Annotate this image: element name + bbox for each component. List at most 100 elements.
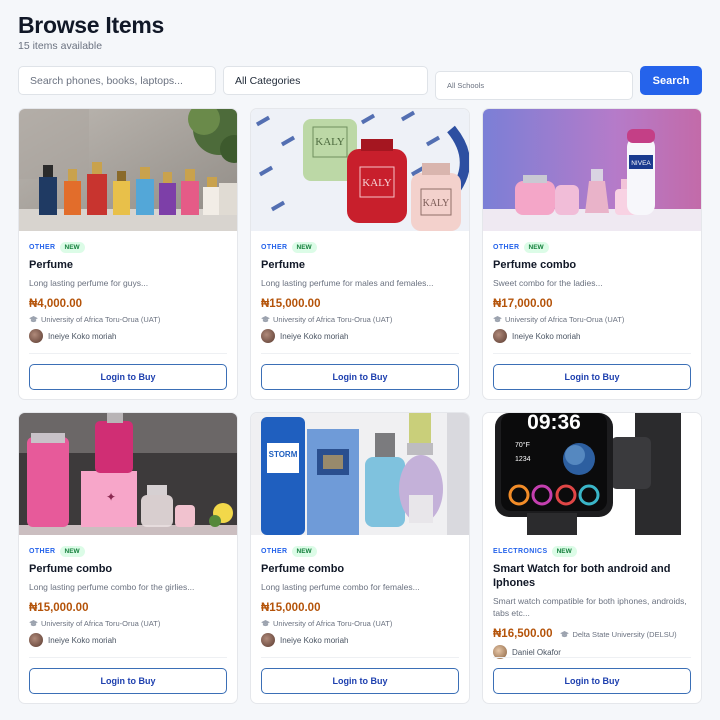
category-select[interactable]: All Categories: [223, 66, 428, 95]
item-description: Long lasting perfume combo for females..…: [261, 582, 420, 592]
seller-name: Daniel Okafor: [512, 647, 561, 657]
item-seller: Ineiye Koko moriah: [29, 633, 227, 647]
school-name: Delta State University (DELSU): [572, 629, 677, 639]
product-image: KALY KALY KALY: [251, 109, 469, 231]
login-to-buy-button[interactable]: Login to Buy: [493, 668, 691, 694]
graduation-cap-icon: [261, 316, 270, 323]
product-image: ✦: [19, 413, 237, 535]
seller-avatar: [261, 633, 275, 647]
watch-steps: 1234: [515, 456, 531, 463]
item-title[interactable]: Smart Watch for both android and Iphones: [493, 562, 691, 590]
watch-time: 09:36: [527, 413, 581, 434]
search-input[interactable]: Search phones, books, laptops...: [18, 66, 216, 95]
graduation-cap-icon: [493, 316, 502, 323]
card-divider: [29, 353, 227, 354]
storm-label: STORM: [269, 450, 298, 459]
items-grid: OTHER NEW Perfume Long lasting perfume f…: [18, 108, 702, 704]
category-tag: OTHER: [261, 244, 288, 251]
item-card[interactable]: KALY KALY KALY OTHER NEW Perfume Long la…: [250, 108, 470, 400]
graduation-cap-icon: [29, 316, 38, 323]
category-tag: ELECTRONICS: [493, 548, 548, 555]
card-divider: [261, 657, 459, 658]
school-name: University of Africa Toru-Orua (UAT): [505, 315, 625, 324]
login-to-buy-button[interactable]: Login to Buy: [261, 364, 459, 390]
item-price: ₦15,000.00: [29, 602, 89, 614]
seller-name: Ineiye Koko moriah: [280, 635, 349, 645]
nivea-label: NIVEA: [631, 160, 651, 167]
page-header: Browse Items 15 items available: [18, 10, 164, 52]
item-price: ₦15,000.00: [261, 298, 321, 310]
school-select[interactable]: All Schools: [435, 71, 633, 100]
new-badge: NEW: [551, 546, 577, 557]
item-seller: Ineiye Koko moriah: [261, 633, 459, 647]
kaly-label-2: KALY: [362, 177, 392, 189]
item-description: Sweet combo for the ladies...: [493, 278, 603, 288]
item-card[interactable]: OTHER NEW Perfume Long lasting perfume f…: [18, 108, 238, 400]
item-school: University of Africa Toru-Orua (UAT): [261, 315, 459, 324]
item-description: Long lasting perfume combo for the girli…: [29, 582, 195, 592]
item-seller: Ineiye Koko moriah: [261, 329, 459, 343]
new-badge: NEW: [291, 546, 317, 557]
item-price: ₦15,000.00: [261, 602, 321, 614]
seller-name: Ineiye Koko moriah: [280, 331, 349, 341]
item-title[interactable]: Perfume: [29, 258, 227, 272]
items-count: 15 items available: [18, 40, 103, 52]
new-badge: NEW: [59, 546, 85, 557]
item-card[interactable]: NIVEA OTHER NEW Perfume combo Sweet comb…: [482, 108, 702, 400]
login-to-buy-button[interactable]: Login to Buy: [493, 364, 691, 390]
search-button[interactable]: Search: [640, 66, 702, 95]
card-divider: [261, 353, 459, 354]
school-name: University of Africa Toru-Orua (UAT): [273, 619, 393, 628]
kaly-label-1: KALY: [315, 136, 345, 148]
item-title[interactable]: Perfume combo: [261, 562, 459, 576]
login-to-buy-button[interactable]: Login to Buy: [29, 364, 227, 390]
seller-name: Ineiye Koko moriah: [48, 331, 117, 341]
item-school: University of Africa Toru-Orua (UAT): [29, 619, 227, 628]
school-name: University of Africa Toru-Orua (UAT): [41, 619, 161, 628]
card-divider: [493, 657, 691, 658]
item-seller: Ineiye Koko moriah: [29, 329, 227, 343]
graduation-cap-icon: [29, 620, 38, 627]
item-title[interactable]: Perfume combo: [493, 258, 691, 272]
seller-name: Ineiye Koko moriah: [48, 635, 117, 645]
item-title[interactable]: Perfume: [261, 258, 459, 272]
page-title: Browse Items: [18, 12, 164, 38]
item-description: Long lasting perfume for guys...: [29, 278, 149, 288]
item-school: University of Africa Toru-Orua (UAT): [261, 619, 459, 628]
product-image: [19, 109, 237, 231]
seller-avatar: [261, 329, 275, 343]
item-title[interactable]: Perfume combo: [29, 562, 227, 576]
graduation-cap-icon: [560, 630, 570, 637]
school-name: University of Africa Toru-Orua (UAT): [273, 315, 393, 324]
svg-text:✦: ✦: [106, 490, 116, 504]
graduation-cap-icon: [261, 620, 270, 627]
category-tag: OTHER: [29, 244, 56, 251]
login-to-buy-button[interactable]: Login to Buy: [261, 668, 459, 694]
item-school: University of Africa Toru-Orua (UAT): [29, 315, 227, 324]
item-seller: Ineiye Koko moriah: [493, 329, 691, 343]
item-school: University of Africa Toru-Orua (UAT): [493, 315, 691, 324]
item-card[interactable]: 09:36 70°F 1234 ELECTRONICS NEW Smart Wa…: [482, 412, 702, 704]
seller-avatar: [29, 329, 43, 343]
item-card[interactable]: ✦ OTHER NEW Perfume combo Long lasting p…: [18, 412, 238, 704]
new-badge: NEW: [59, 242, 85, 253]
seller-avatar: [493, 329, 507, 343]
new-badge: NEW: [523, 242, 549, 253]
filter-bar: Search phones, books, laptops... All Cat…: [18, 66, 702, 100]
item-card[interactable]: STORM OTHER NEW Perfume combo Long lasti…: [250, 412, 470, 704]
card-divider: [493, 353, 691, 354]
product-image: NIVEA: [483, 109, 701, 231]
item-price: ₦4,000.00: [29, 298, 83, 310]
category-tag: OTHER: [261, 548, 288, 555]
item-description: Smart watch compatible for both iphones,…: [493, 596, 687, 618]
school-name: University of Africa Toru-Orua (UAT): [41, 315, 161, 324]
item-price: ₦17,000.00: [493, 298, 553, 310]
item-price: ₦16,500.00: [493, 628, 553, 640]
watch-temp: 70°F: [515, 441, 530, 449]
item-description: Long lasting perfume for males and femal…: [261, 278, 434, 288]
product-image: 09:36 70°F 1234: [483, 413, 701, 535]
login-to-buy-button[interactable]: Login to Buy: [29, 668, 227, 694]
seller-name: Ineiye Koko moriah: [512, 331, 581, 341]
card-divider: [29, 657, 227, 658]
item-school: Delta State University (DELSU): [560, 629, 677, 639]
